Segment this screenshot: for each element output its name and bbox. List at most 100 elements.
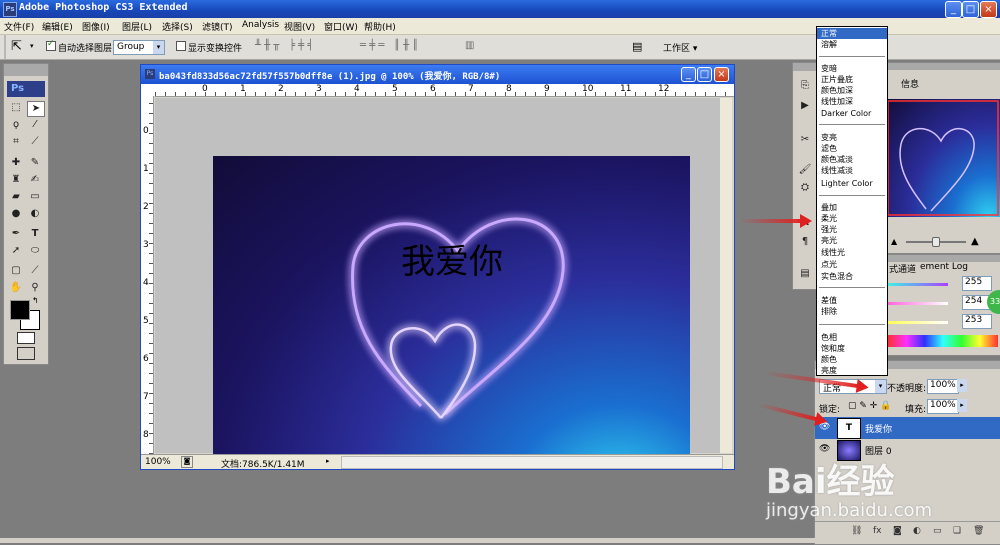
green-slider[interactable] [888, 302, 948, 305]
tool-presets-icon[interactable]: ✂ [797, 133, 813, 147]
align-icons-group-1[interactable]: ╨ ╫ ╥ ╞ ╪ ╡ [255, 40, 313, 51]
horizontal-scrollbar[interactable] [341, 456, 723, 469]
crop-icon[interactable]: ⌗ [8, 135, 24, 149]
horizontal-ruler[interactable]: 0 1 2 3 4 5 6 7 8 9 10 11 12 [155, 84, 734, 97]
move-tool-icon[interactable]: ⇱ [11, 39, 22, 54]
channels-tab[interactable]: 通道 [898, 262, 916, 275]
status-info-icon[interactable]: ◙ [181, 456, 193, 468]
options-grip[interactable] [4, 35, 6, 59]
history-brush-icon[interactable]: ✍ [27, 173, 43, 187]
blend-option-vivid-light[interactable]: 亮光 [817, 235, 887, 246]
blend-option-color-dodge[interactable]: 颜色减淡 [817, 154, 887, 165]
path-selection-icon[interactable]: ➚ [8, 244, 24, 258]
zoom-level[interactable]: 100% [145, 457, 171, 467]
menu-image[interactable]: 图像(I) [82, 20, 110, 33]
fill-field[interactable]: 100% [927, 399, 959, 414]
foreground-color-swatch-top[interactable] [10, 300, 30, 320]
workspace-button[interactable]: 工作区 ▾ [663, 41, 697, 54]
menu-view[interactable]: 视图(V) [284, 20, 315, 33]
document-image[interactable]: 我爱你 [213, 156, 690, 460]
vertical-scrollbar[interactable] [720, 98, 732, 453]
blend-option-darker-color[interactable]: Darker Color [817, 108, 887, 119]
blend-option-pin-light[interactable]: 点光 [817, 259, 887, 270]
blend-option-overlay[interactable]: 叠加 [817, 202, 887, 213]
blend-option-soft-light[interactable]: 柔光 [817, 213, 887, 224]
blend-option-saturation[interactable]: 饱和度 [817, 343, 887, 354]
menu-select[interactable]: 选择(S) [162, 20, 193, 33]
show-transform-checkbox[interactable] [176, 41, 186, 52]
close-button[interactable]: × [980, 1, 997, 18]
blend-option-difference[interactable]: 差值 [817, 295, 887, 306]
type-icon[interactable]: T [27, 227, 43, 241]
lock-icons-group[interactable]: ▢ ✎ ✛ 🔒 [848, 401, 891, 411]
chevron-down-icon[interactable]: ▾ [875, 380, 886, 393]
zoom-out-icon[interactable]: ▲ [891, 237, 897, 246]
dodge-icon[interactable]: ◐ [27, 207, 43, 221]
blue-slider[interactable] [888, 321, 948, 324]
history-panel-icon[interactable]: ⎘ [797, 79, 813, 93]
zoom-icon[interactable]: ⚲ [27, 281, 43, 295]
hand-icon[interactable]: ✋ [8, 281, 24, 295]
menu-layer[interactable]: 图层(L) [122, 20, 152, 33]
ruler-origin[interactable] [141, 84, 155, 96]
auto-align-icon[interactable]: ▥ [465, 40, 474, 51]
fill-slider-arrow-icon[interactable]: ▸ [957, 399, 967, 412]
red-value-field[interactable]: 255 [962, 276, 992, 291]
menu-analysis[interactable]: Analysis [242, 20, 279, 30]
styles-tab[interactable]: 式 [889, 262, 898, 275]
bridge-icon[interactable]: ▤ [632, 40, 642, 53]
red-slider[interactable] [888, 283, 948, 286]
clone-source-icon[interactable]: ⛭ [797, 181, 813, 195]
blend-option-normal[interactable]: 正常 [817, 28, 887, 39]
move-icon[interactable]: ➤ [27, 101, 45, 117]
shape-icon[interactable]: ⬭ [27, 244, 43, 258]
screen-mode-icon[interactable] [17, 347, 35, 360]
menu-file[interactable]: 文件(F) [4, 20, 34, 33]
blend-option-lighter-color[interactable]: Lighter Color [817, 178, 887, 189]
layer-comps-icon[interactable]: ▤ [797, 267, 813, 281]
notes-icon[interactable]: ▢ [8, 264, 24, 278]
measurement-log-tab[interactable]: ement Log [920, 262, 968, 272]
tools-panel-header[interactable] [4, 64, 48, 76]
lasso-icon[interactable]: ϙ [8, 118, 24, 132]
group-select[interactable]: Group ▾ [113, 40, 165, 55]
blend-option-color-burn[interactable]: 颜色加深 [817, 85, 887, 96]
menu-help[interactable]: 帮助(H) [364, 20, 396, 33]
canvas-text-layer[interactable]: 我爱你 [401, 234, 503, 283]
blend-option-multiply[interactable]: 正片叠底 [817, 74, 887, 85]
clone-stamp-icon[interactable]: ♜ [8, 173, 24, 187]
opacity-slider-arrow-icon[interactable]: ▸ [957, 379, 967, 392]
auto-select-checkbox[interactable]: ✓ [46, 39, 56, 52]
eraser-icon[interactable]: ▰ [8, 190, 24, 204]
blend-option-luminosity[interactable]: 亮度 [817, 365, 887, 374]
blend-option-linear-light[interactable]: 线性光 [817, 247, 887, 258]
doc-minimize-button[interactable]: _ [681, 67, 696, 82]
magic-wand-icon[interactable]: ⁄ [27, 118, 43, 132]
gradient-icon[interactable]: ▭ [27, 190, 43, 204]
blend-option-linear-burn[interactable]: 线性加深 [817, 96, 887, 107]
brushes-panel-icon[interactable]: 🖌 [797, 163, 813, 177]
menu-edit[interactable]: 编辑(E) [42, 20, 73, 33]
layer-row-text[interactable]: 👁 T 我爱你 [815, 417, 1000, 439]
paragraph-panel-icon[interactable]: ¶ [797, 235, 813, 249]
canvas-area[interactable]: 我爱你 [155, 98, 732, 460]
blend-option-screen[interactable]: 滤色 [817, 143, 887, 154]
doc-close-button[interactable]: × [714, 67, 729, 82]
zoom-in-icon[interactable]: ▲ [971, 236, 979, 247]
doc-maximize-button[interactable]: □ [697, 67, 712, 82]
pen-icon[interactable]: ✒ [8, 227, 24, 241]
navigator-thumbnail[interactable] [886, 99, 1000, 217]
blend-option-lighten[interactable]: 变亮 [817, 132, 887, 143]
eyedropper-icon[interactable]: ⟋ [27, 264, 43, 278]
slice-icon[interactable]: ⟋ [27, 135, 43, 149]
swap-colors-icon[interactable]: ↰ [32, 296, 39, 305]
maximize-button[interactable]: □ [962, 1, 979, 18]
color-ramp[interactable] [888, 335, 998, 347]
blur-icon[interactable]: ● [8, 207, 24, 221]
marquee-icon[interactable]: ⬚ [8, 101, 24, 115]
document-title-bar[interactable]: Ps ba043fd833d56ac72fd57f557b0dff8e (1).… [141, 65, 734, 84]
minimize-button[interactable]: _ [945, 1, 962, 18]
chevron-down-icon[interactable]: ▾ [153, 41, 164, 54]
layer-name[interactable]: 我爱你 [865, 422, 892, 435]
blend-option-linear-dodge[interactable]: 线性减淡 [817, 165, 887, 176]
